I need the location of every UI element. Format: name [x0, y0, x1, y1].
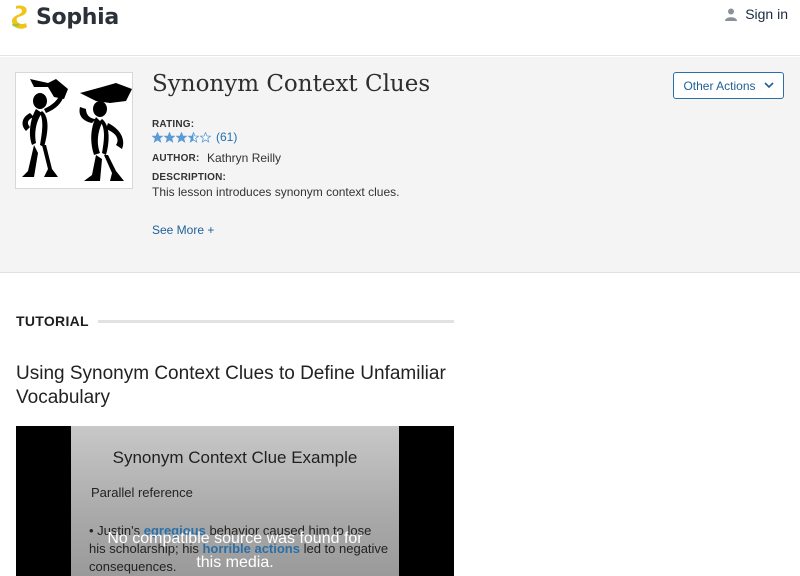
- top-bar: Sophia Sign in: [0, 0, 800, 56]
- star-icon: [188, 131, 199, 143]
- star-icon: [176, 131, 187, 143]
- sophia-logo[interactable]: Sophia: [10, 2, 119, 32]
- description-text: This lesson introduces synonym context c…: [152, 185, 400, 199]
- star-icon: [200, 131, 211, 143]
- slide-subtitle: Parallel reference: [91, 485, 193, 500]
- logo-text: Sophia: [36, 4, 119, 30]
- rating-label: RATING:: [152, 119, 195, 130]
- tutorial-divider: [98, 320, 454, 323]
- sign-in-label: Sign in: [745, 6, 788, 22]
- user-icon: [725, 8, 738, 21]
- tutorial-heading: TUTORIAL: [16, 313, 89, 329]
- section-title: Using Synonym Context Clues to Define Un…: [16, 363, 446, 408]
- star-icon: [152, 131, 163, 143]
- description-label: DESCRIPTION:: [152, 172, 227, 183]
- rating-count-link[interactable]: (61): [216, 130, 237, 144]
- author-name: Kathryn Reilly: [207, 151, 282, 165]
- video-error-message: No compatible source was found for this …: [107, 530, 363, 571]
- star-icon: [164, 131, 175, 143]
- lesson-summary-panel: Synonym Context Clues Other Actions RATI…: [0, 57, 800, 273]
- sign-in-button[interactable]: Sign in: [725, 6, 788, 22]
- video-player[interactable]: Synonym Context Clue Example Parallel re…: [16, 426, 454, 576]
- lesson-thumbnail: [15, 72, 133, 189]
- star-rating: [152, 131, 212, 143]
- other-actions-label: Other Actions: [683, 78, 756, 93]
- lesson-title: Synonym Context Clues: [152, 71, 431, 97]
- rating-stars: (61): [152, 130, 237, 144]
- chevron-down-icon: [763, 82, 774, 89]
- sophia-logo-icon: [11, 5, 27, 29]
- other-actions-dropdown[interactable]: Other Actions: [673, 72, 784, 99]
- thinking-figures-image: [22, 79, 132, 181]
- slide-title: Synonym Context Clue Example: [112, 448, 358, 467]
- see-more-link[interactable]: See More +: [152, 223, 214, 237]
- author-label: AUTHOR:: [152, 153, 200, 164]
